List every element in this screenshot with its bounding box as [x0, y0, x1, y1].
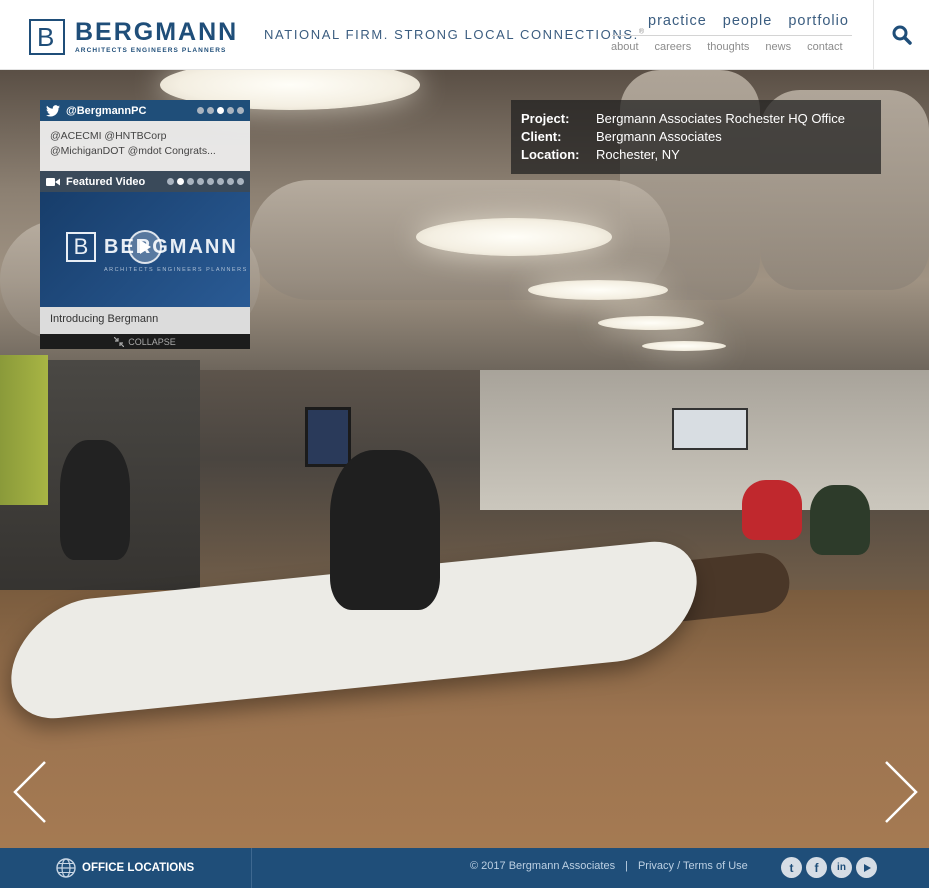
copyright: © 2017 Bergmann Associates: [470, 860, 616, 872]
logo-name: BERGMANN: [75, 18, 239, 46]
prev-slide-arrow[interactable]: [12, 760, 48, 824]
project-value: Bergmann Associates Rochester HQ Office: [596, 111, 846, 126]
nav-practice[interactable]: practice: [648, 13, 707, 29]
youtube-icon[interactable]: [856, 857, 877, 878]
bergmann-logo[interactable]: B BERGMANN ARCHITECTS ENGINEERS PLANNERS: [29, 19, 238, 55]
video-header: Featured Video: [40, 171, 250, 192]
project-label: Project:: [521, 111, 570, 126]
twitter-handle[interactable]: @BergmannPC: [66, 105, 146, 117]
search-icon: [892, 25, 912, 45]
pendant-lamp: [528, 280, 668, 300]
wall-screen: [672, 408, 748, 450]
pager-dot[interactable]: [207, 178, 214, 185]
person-red: [742, 480, 802, 540]
linkedin-icon[interactable]: in: [831, 857, 852, 878]
location-value: Rochester, NY: [596, 147, 680, 162]
logo-letter: B: [37, 22, 55, 52]
person-standing: [60, 440, 130, 560]
client-value: Bergmann Associates: [596, 129, 722, 144]
collapse-icon: [114, 336, 125, 347]
pendant-lamp: [598, 316, 704, 330]
pager-dot[interactable]: [237, 178, 244, 185]
play-icon: [140, 240, 151, 254]
twitter-icon[interactable]: t: [781, 857, 802, 878]
video-logo-name: BERGMANN: [104, 235, 238, 258]
logo-text: BERGMANN ARCHITECTS ENGINEERS PLANNERS: [75, 18, 239, 55]
nav-thoughts[interactable]: thoughts: [707, 41, 749, 53]
video-header-title: Featured Video: [66, 175, 146, 188]
pendant-lamp: [416, 218, 612, 256]
privacy-link[interactable]: Privacy / Terms of Use: [638, 860, 748, 872]
wall-tv: [305, 407, 351, 467]
video-pager: [167, 178, 244, 185]
office-locations-button[interactable]: OFFICE LOCATIONS: [0, 848, 252, 888]
green-tile-wall: [0, 355, 48, 505]
video-thumbnail[interactable]: B BERGMANN ARCHITECTS ENGINEERS PLANNERS: [40, 192, 250, 307]
pager-dot[interactable]: [197, 107, 204, 114]
logo-mark: B: [29, 19, 65, 55]
person-green: [810, 485, 870, 555]
logo-subtitle: ARCHITECTS ENGINEERS PLANNERS: [75, 47, 227, 54]
social-links: t f in: [781, 857, 877, 878]
social-widget: @BergmannPC @ACECMI @HNTBCorp @MichiganD…: [40, 100, 250, 349]
location-row: Location: Rochester, NY: [521, 146, 871, 164]
video-logo-sub: ARCHITECTS ENGINEERS PLANNERS: [104, 267, 248, 273]
pager-dot[interactable]: [197, 178, 204, 185]
pager-dot[interactable]: [237, 107, 244, 114]
client-row: Client: Bergmann Associates: [521, 128, 871, 146]
site-footer: OFFICE LOCATIONS © 2017 Bergmann Associa…: [0, 848, 929, 888]
footer-separator: |: [625, 860, 628, 872]
nav-careers[interactable]: careers: [655, 41, 692, 53]
pendant-lamp: [642, 341, 726, 351]
tagline-text: NATIONAL FIRM. STRONG LOCAL CONNECTIONS.: [264, 27, 639, 42]
client-label: Client:: [521, 129, 562, 144]
nav-portfolio[interactable]: portfolio: [788, 13, 849, 29]
project-info: Project: Bergmann Associates Rochester HQ…: [511, 100, 881, 174]
pager-dot[interactable]: [217, 107, 224, 114]
pager-dot[interactable]: [227, 107, 234, 114]
tweet-text[interactable]: @ACECMI @HNTBCorp @MichiganDOT @mdot Con…: [40, 121, 250, 171]
nav-divider: [612, 35, 852, 36]
pager-dot[interactable]: [167, 178, 174, 185]
facebook-icon[interactable]: f: [806, 857, 827, 878]
primary-nav: practice people portfolio: [648, 13, 849, 29]
next-slide-arrow[interactable]: [883, 760, 919, 824]
twitter-icon: [46, 104, 60, 117]
location-label: Location:: [521, 147, 580, 162]
collapse-button[interactable]: COLLAPSE: [40, 334, 250, 349]
twitter-pager: [197, 107, 244, 114]
person-reading: [330, 450, 440, 610]
nav-news[interactable]: news: [765, 41, 791, 53]
pager-dot[interactable]: [177, 178, 184, 185]
nav-about[interactable]: about: [611, 41, 639, 53]
pager-dot[interactable]: [217, 178, 224, 185]
nav-contact[interactable]: contact: [807, 41, 842, 53]
collapse-label: COLLAPSE: [128, 336, 176, 347]
pager-dot[interactable]: [187, 178, 194, 185]
video-logo-letter: B: [66, 232, 96, 262]
site-header: B BERGMANN ARCHITECTS ENGINEERS PLANNERS…: [0, 0, 929, 70]
pager-dot[interactable]: [207, 107, 214, 114]
youtube-play-icon: [863, 863, 871, 872]
office-locations-label: OFFICE LOCATIONS: [82, 862, 195, 874]
video-camera-icon: [46, 177, 60, 186]
pager-dot[interactable]: [227, 178, 234, 185]
nav-people[interactable]: people: [723, 13, 773, 29]
play-button[interactable]: [128, 230, 162, 264]
footer-links: © 2017 Bergmann Associates | Privacy / Ter…: [470, 860, 748, 872]
globe-icon: [56, 858, 76, 878]
tagline: NATIONAL FIRM. STRONG LOCAL CONNECTIONS.…: [264, 27, 646, 42]
search-button[interactable]: [873, 0, 929, 70]
project-row: Project: Bergmann Associates Rochester HQ…: [521, 110, 871, 128]
twitter-header[interactable]: @BergmannPC: [40, 100, 250, 121]
secondary-nav: about careers thoughts news contact: [611, 41, 843, 53]
video-caption[interactable]: Introducing Bergmann: [40, 307, 250, 334]
